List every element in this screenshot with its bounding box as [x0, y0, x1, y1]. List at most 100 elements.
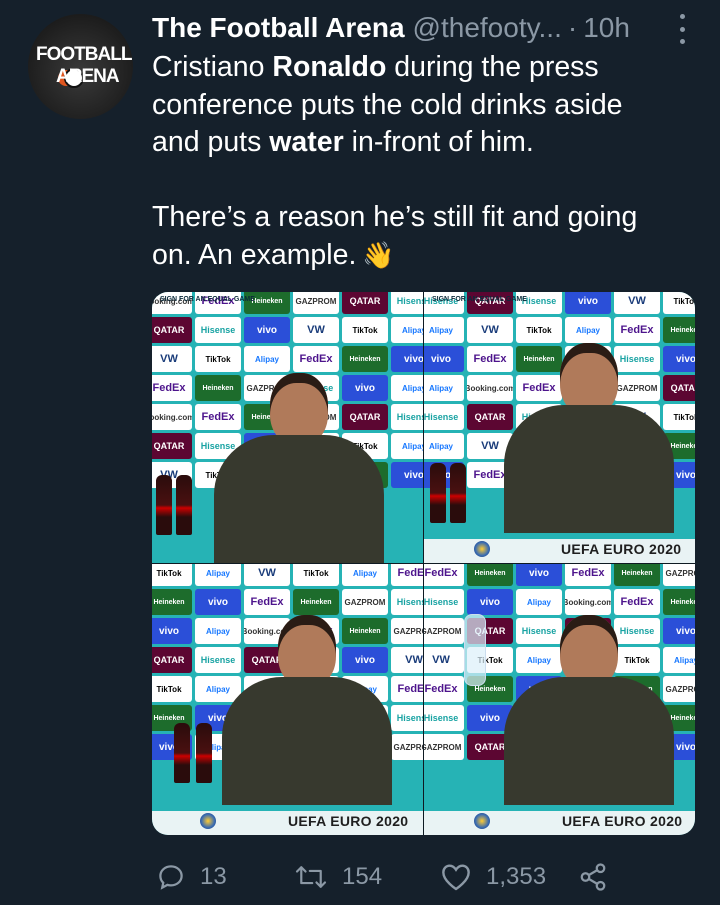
sponsor-logo: vivo [565, 292, 611, 314]
sponsor-logo: Hisense [391, 404, 423, 430]
euro-2020-logo-icon [200, 813, 216, 829]
sponsor-logo: VW [614, 292, 660, 314]
retweet-button[interactable]: 154 [294, 862, 382, 892]
sponsor-logo: Hisense [424, 589, 464, 615]
sponsor-logo: GAZPROM [391, 618, 423, 644]
sponsor-logo: QATAR [152, 433, 192, 459]
sponsor-logo: VW [152, 346, 192, 372]
cola-bottle [176, 475, 192, 535]
sponsor-logo: TikTok [516, 317, 562, 343]
sponsor-logo: VW [391, 647, 423, 673]
cola-bottle [174, 723, 190, 783]
cola-bottle [450, 463, 466, 523]
sponsor-logo: FedEx [391, 676, 423, 702]
media-photo-3[interactable]: TikTokAlipayVWTikTokAlipayFedExHeinekenv… [152, 564, 423, 835]
sponsor-logo: Hisense [391, 589, 423, 615]
player-figure [504, 343, 674, 533]
media-photo-1[interactable]: Booking.comFedExHeinekenGAZPROMQATARHise… [152, 292, 423, 563]
separator-dot: · [567, 12, 578, 43]
sponsor-logo: FedEx [293, 346, 339, 372]
share-button[interactable] [578, 862, 608, 892]
sponsor-logo: Heineken [663, 589, 695, 615]
backdrop-banner: SIGN FOR AN EQUAL GAME [432, 296, 527, 303]
sponsor-logo: GAZPROM [391, 734, 423, 760]
sponsor-logo: TikTok [663, 292, 695, 314]
reply-count: 13 [200, 863, 227, 890]
sponsor-logo: Heineken [152, 589, 192, 615]
cola-bottle [196, 723, 212, 783]
tweet-paragraph-2: There’s a reason he’s still fit and goin… [152, 199, 672, 275]
sponsor-logo: Alipay [565, 317, 611, 343]
euro-2020-logo-icon [474, 541, 490, 557]
player-figure [222, 615, 392, 805]
sponsor-logo: Hisense [391, 705, 423, 731]
sponsor-logo: FedEx [424, 676, 464, 702]
sponsor-logo: Hisense [195, 317, 241, 343]
sponsor-logo: GAZPROM [424, 734, 464, 760]
reply-icon [159, 865, 183, 890]
more-options-icon[interactable] [672, 14, 692, 44]
sponsor-logo: Heineken [467, 564, 513, 586]
sponsor-logo: vivo [244, 317, 290, 343]
author-name[interactable]: The Football Arena [152, 12, 405, 44]
water-bottle [464, 614, 486, 686]
sponsor-logo: FedEx [614, 589, 660, 615]
sponsor-logo: vivo [391, 462, 423, 488]
like-button[interactable]: 1,353 [440, 862, 546, 892]
sponsor-logo: Alipay [424, 433, 464, 459]
sponsor-logo: vivo [516, 564, 562, 586]
sponsor-logo: GAZPROM [342, 589, 388, 615]
cola-bottle [430, 463, 446, 523]
sponsor-logo: Heineken [663, 317, 695, 343]
reply-button[interactable]: 13 [156, 862, 227, 892]
avatar-logo-text-top: FOOTBALL [36, 44, 132, 65]
backdrop-banner: SIGN FOR AN EQUAL GAME [160, 296, 255, 303]
tweet-text: Cristiano Ronaldo during the press confe… [152, 49, 672, 275]
sponsor-logo: QATAR [152, 317, 192, 343]
euro-caption: UEFA EURO 2020 [562, 813, 683, 829]
sponsor-logo: Alipay [516, 589, 562, 615]
sponsor-logo: vivo [424, 346, 464, 372]
sponsor-logo: Heineken [342, 346, 388, 372]
sponsor-logo: Heineken [293, 589, 339, 615]
sponsor-logo: Hisense [391, 292, 423, 314]
sponsor-logo: Alipay [195, 564, 241, 586]
cola-bottle [156, 475, 172, 535]
sponsor-logo: TikTok [152, 676, 192, 702]
author-handle[interactable]: @thefooty... [413, 12, 562, 44]
media-photo-2[interactable]: HisenseQATARHisensevivoVWTikTokAlipayVWT… [424, 292, 695, 563]
euro-caption: UEFA EURO 2020 [561, 541, 682, 557]
sponsor-logo: Heineken [614, 564, 660, 586]
sponsor-logo: FedEx [244, 589, 290, 615]
sponsor-logo: FedEx [565, 564, 611, 586]
heart-icon [442, 864, 470, 891]
sponsor-logo: Alipay [391, 317, 423, 343]
tweet-paragraph-1: Cristiano Ronaldo during the press confe… [152, 51, 623, 158]
sponsor-logo: TikTok [152, 564, 192, 586]
avatar[interactable]: FOOTBALL ARENA [28, 14, 133, 119]
sponsor-logo: Booking.com [565, 589, 611, 615]
sponsor-logo: Alipay [391, 433, 423, 459]
sponsor-logo: TikTok [342, 317, 388, 343]
like-count: 1,353 [486, 863, 547, 890]
sponsor-logo: GAZPROM [293, 292, 339, 314]
retweet-icon [295, 866, 327, 888]
tweet-media-grid[interactable]: Booking.comFedExHeinekenGAZPROMQATARHise… [152, 292, 695, 835]
sponsor-logo: FedEx [424, 564, 464, 586]
sponsor-logo: Alipay [244, 346, 290, 372]
sponsor-logo: VW [424, 647, 464, 673]
sponsor-logo: QATAR [342, 292, 388, 314]
sponsor-logo: QATAR [152, 647, 192, 673]
tweet-timestamp[interactable]: 10h [583, 12, 630, 44]
tweet-header: The Football Arena @thefooty... · 10h [152, 8, 700, 48]
sponsor-logo: Alipay [424, 317, 464, 343]
media-photo-4[interactable]: FedExHeinekenvivoFedExHeinekenGAZPROMHis… [424, 564, 695, 835]
sponsor-logo: FedEx [152, 375, 192, 401]
waving-hand-emoji: 👋 [362, 240, 395, 271]
sponsor-logo: Hisense [424, 705, 464, 731]
sponsor-logo: VW [293, 317, 339, 343]
sponsor-logo: vivo [152, 618, 192, 644]
share-icon [580, 863, 606, 891]
tweet-actions: 13 154 1,353 [152, 858, 695, 896]
sponsor-logo: TikTok [293, 564, 339, 586]
